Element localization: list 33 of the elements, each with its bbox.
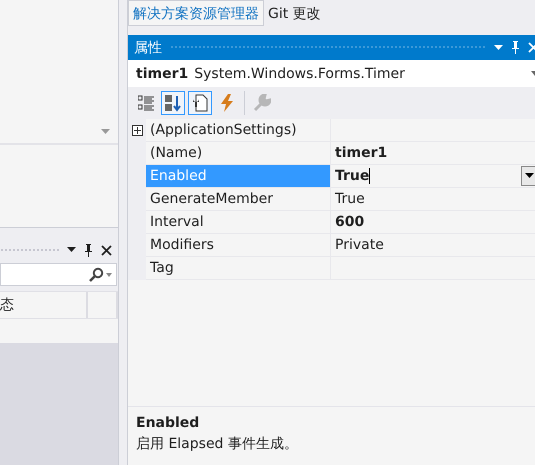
property-name[interactable]: Modifiers [146, 234, 330, 257]
object-type: System.Windows.Forms.Timer [194, 66, 405, 82]
wrench-icon [253, 94, 271, 112]
panel-title: 属性 [134, 38, 162, 56]
dropdown-caret-icon[interactable] [67, 247, 76, 253]
description-text: 启用 Elapsed 事件生成。 [136, 435, 299, 453]
categorized-list-icon [138, 95, 154, 111]
lightning-icon [220, 94, 234, 112]
property-value[interactable]: True [335, 191, 365, 207]
search-field[interactable] [0, 263, 117, 286]
text-cursor [369, 168, 370, 184]
toolbar-button[interactable] [161, 91, 185, 115]
property-value[interactable]: Private [335, 237, 384, 253]
toolbar-button[interactable] [188, 91, 212, 115]
search-icon [88, 266, 104, 282]
property-value[interactable]: 600 [335, 214, 364, 230]
property-name[interactable]: (ApplicationSettings) [146, 119, 330, 142]
property-name[interactable]: Interval [146, 211, 330, 234]
pin-icon[interactable] [84, 244, 93, 256]
dropdown-button[interactable] [521, 166, 535, 186]
property-page-icon [191, 94, 209, 112]
property-value[interactable]: True [335, 168, 370, 184]
object-name: timer1 [136, 66, 188, 82]
property-value[interactable]: timer1 [335, 145, 388, 161]
caret-icon[interactable] [524, 173, 534, 179]
sort-az-icon [164, 94, 182, 112]
object-selector[interactable]: timer1 System.Windows.Forms.Timer [128, 60, 535, 87]
property-name[interactable]: GenerateMember [146, 188, 330, 211]
tab[interactable]: 解决方案资源管理器 [128, 0, 264, 26]
close-icon[interactable] [101, 244, 112, 256]
tab[interactable]: Git 更改 [264, 0, 325, 26]
expand-icon[interactable] [132, 125, 142, 136]
description-title: Enabled [136, 415, 200, 431]
